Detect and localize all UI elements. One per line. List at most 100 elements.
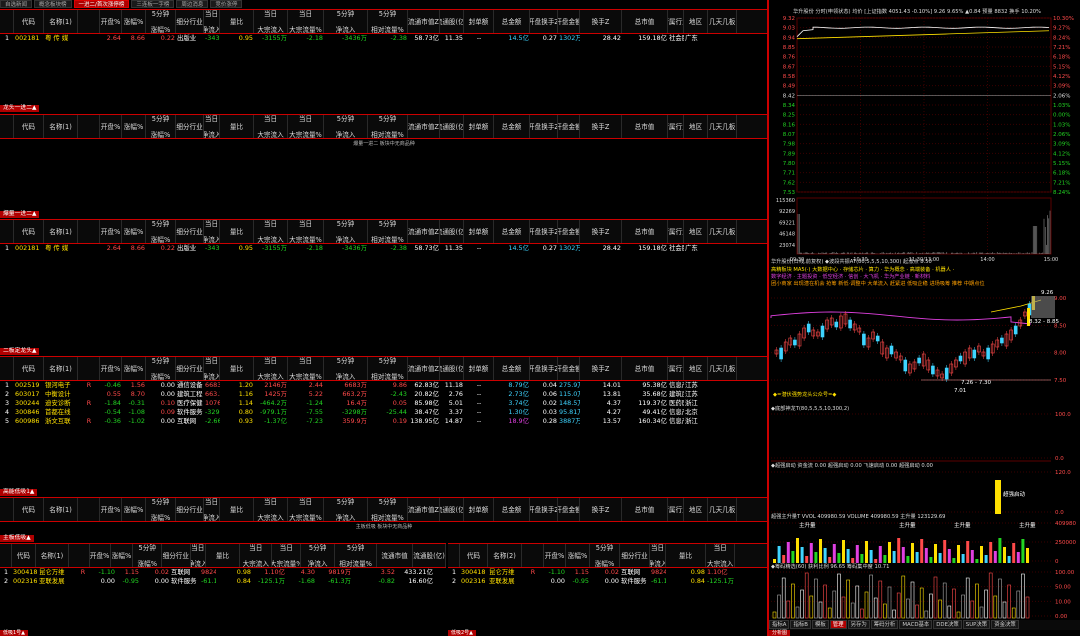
tab-4[interactable]: 周边消息 <box>176 0 208 8</box>
column-header[interactable]: 开盘% <box>90 544 111 567</box>
section-label-3[interactable]: 二板定龙头▲ <box>0 348 39 355</box>
column-header[interactable]: 当日 大宗流入 <box>254 220 288 243</box>
column-header[interactable]: 开盘% <box>100 498 122 521</box>
section-label-7[interactable]: 低吸2号▲ <box>448 630 476 636</box>
column-header[interactable]: 代码 <box>14 498 44 521</box>
section-label-1[interactable]: 龙头一进二▲ <box>0 105 39 112</box>
column-header[interactable] <box>78 357 100 380</box>
column-header[interactable]: 涨幅% <box>566 544 590 567</box>
table-row[interactable]: 2603017中衡设计0.558.700.00建筑工程663.2万1.16142… <box>0 390 768 399</box>
column-header[interactable]: 当日大宗流量% <box>288 220 324 243</box>
column-header[interactable]: 名称(1) <box>44 220 78 243</box>
column-header[interactable] <box>78 10 100 33</box>
column-header[interactable]: 量比 <box>220 498 254 521</box>
column-header[interactable]: 流通股(亿) <box>440 498 464 521</box>
column-header[interactable]: 总市值 <box>622 115 668 138</box>
column-header[interactable]: 5分钟 净流入 <box>324 10 368 33</box>
column-header[interactable]: 封单额 <box>464 115 494 138</box>
indicator-panel-2[interactable]: 100.0 0.0 <box>769 410 1080 462</box>
intraday-chart[interactable]: 9.32 10.30%9.03 9.27%8.94 8.24%8.85 7.21%8.7… <box>769 16 1080 270</box>
column-header[interactable]: 名称(2) <box>488 544 522 567</box>
column-header[interactable]: 开盘金额 <box>558 357 580 380</box>
column-header[interactable]: 地区 <box>684 498 708 521</box>
tab-3[interactable]: 三连板一字榜 <box>131 0 174 8</box>
column-header[interactable]: 封单额 <box>464 10 494 33</box>
column-header[interactable]: 所属行业 <box>668 115 684 138</box>
column-header[interactable]: 换手Z <box>580 220 622 243</box>
column-header[interactable]: 流通股(亿) <box>413 544 446 567</box>
column-header[interactable]: 流通市值Z <box>408 10 440 33</box>
table-row[interactable]: 1 002181 粤 传 媒 2.64 8.66 0.22出版业 -3439万 0.95 -31… <box>0 34 768 43</box>
column-header[interactable]: 几天几板 <box>708 115 737 138</box>
column-header[interactable]: 地区 <box>684 115 708 138</box>
column-header[interactable]: 流通市值Z <box>408 498 440 521</box>
column-header[interactable]: 封单额 <box>464 357 494 380</box>
column-header[interactable]: 所属行业 <box>668 220 684 243</box>
column-header[interactable]: 流通市值 <box>377 544 413 567</box>
column-header[interactable]: 当日大宗流量% <box>288 357 324 380</box>
toolbar-tab-0[interactable]: 指标A <box>769 620 789 629</box>
column-header[interactable]: 开盘金额 <box>558 498 580 521</box>
column-header[interactable]: 几天几板 <box>708 498 737 521</box>
column-header[interactable]: 流通市值Z <box>408 220 440 243</box>
column-header[interactable]: 涨幅% <box>111 544 134 567</box>
column-header[interactable] <box>78 220 100 243</box>
table-row[interactable]: 5600986浙文互联R-0.36-1.020.00互联网-2.66亿0.93-… <box>0 417 768 426</box>
column-header[interactable]: 换手Z <box>580 357 622 380</box>
tab-5[interactable]: 竞价涨停 <box>210 0 242 8</box>
column-header[interactable]: 细分行业 <box>176 357 204 380</box>
column-header[interactable]: 5分钟 相对流量% <box>368 220 408 243</box>
tab-0[interactable]: 自选新闻 <box>0 0 32 8</box>
column-header[interactable]: 几天几板 <box>708 357 737 380</box>
column-header[interactable]: 当日 大宗流入 <box>254 115 288 138</box>
column-header[interactable]: 5分钟 涨幅% <box>146 498 176 521</box>
toolbar-tab-3[interactable]: 管理 <box>830 620 847 629</box>
column-header[interactable]: 细分行业 <box>176 498 204 521</box>
column-header[interactable]: 当日净流入 <box>191 544 206 567</box>
indicator-panel-5[interactable]: 100.0050.0010.000.00 <box>769 568 1080 620</box>
toolbar-tab-7[interactable]: DDE决策 <box>933 620 962 629</box>
column-header[interactable]: 当日大宗流量% <box>288 498 324 521</box>
column-header[interactable]: 总市值 <box>622 498 668 521</box>
column-header[interactable]: 当日大宗流量% <box>288 10 324 33</box>
column-header[interactable]: 开盘% <box>100 115 122 138</box>
tab-1[interactable]: 概念板块榜 <box>34 0 72 8</box>
column-header[interactable]: 开盘% <box>544 544 566 567</box>
column-header[interactable]: 当日 大宗流入 <box>254 498 288 521</box>
table-row[interactable]: 3300244迪安诊断R-1.84-0.310.10医疗保健1076万1.14-… <box>0 399 768 408</box>
column-header[interactable]: 总金额 <box>494 10 530 33</box>
column-header[interactable]: 量比 <box>206 544 240 567</box>
column-header[interactable]: 代码 <box>14 115 44 138</box>
column-header[interactable]: 开盘换手Z <box>530 220 558 243</box>
column-header[interactable] <box>78 115 100 138</box>
column-header[interactable]: 5分钟 涨幅% <box>590 544 620 567</box>
column-header[interactable]: 代码 <box>14 10 44 33</box>
section-label-5[interactable]: 主板低吸▲ <box>0 535 34 542</box>
column-header[interactable]: 5分钟 相对流量% <box>368 115 408 138</box>
column-header[interactable]: 涨幅% <box>122 220 146 243</box>
table-row[interactable]: 1300418昆仑万维R-1.101.150.02互联网9824万0.981.1… <box>0 568 446 577</box>
column-header[interactable]: 5分钟 涨幅% <box>146 220 176 243</box>
column-header[interactable]: 流通市值Z <box>408 357 440 380</box>
column-header[interactable]: 换手Z <box>580 115 622 138</box>
column-header[interactable]: 当日净流入 <box>204 10 220 33</box>
toolbar-tab-6[interactable]: MACD基本 <box>899 620 932 629</box>
indicator-panel-4[interactable]: 4099802500000主升量 主升量 主升量 主升量 <box>769 519 1080 565</box>
column-header[interactable]: 量比 <box>220 220 254 243</box>
column-header[interactable]: 5分钟 涨幅% <box>146 357 176 380</box>
table-row[interactable]: 2002316亚联发展0.00-0.950.00软件服务-61.1万0.84-1… <box>0 577 446 586</box>
column-header[interactable]: 封单额 <box>464 498 494 521</box>
column-header[interactable]: 总市值 <box>622 10 668 33</box>
column-header[interactable]: 5分钟 净流入 <box>301 544 335 567</box>
column-header[interactable]: 总市值 <box>622 357 668 380</box>
column-header[interactable] <box>522 544 544 567</box>
column-header[interactable] <box>69 544 90 567</box>
column-header[interactable]: 5分钟 涨幅% <box>146 115 176 138</box>
column-header[interactable]: 量比 <box>666 544 706 567</box>
column-header[interactable]: 开盘换手Z <box>530 115 558 138</box>
column-header[interactable]: 所属行业 <box>668 357 684 380</box>
column-header[interactable]: 总市值 <box>622 220 668 243</box>
column-header[interactable]: 换手Z <box>580 10 622 33</box>
column-header[interactable]: 名称(1) <box>44 115 78 138</box>
column-header[interactable]: 代码 <box>460 544 488 567</box>
